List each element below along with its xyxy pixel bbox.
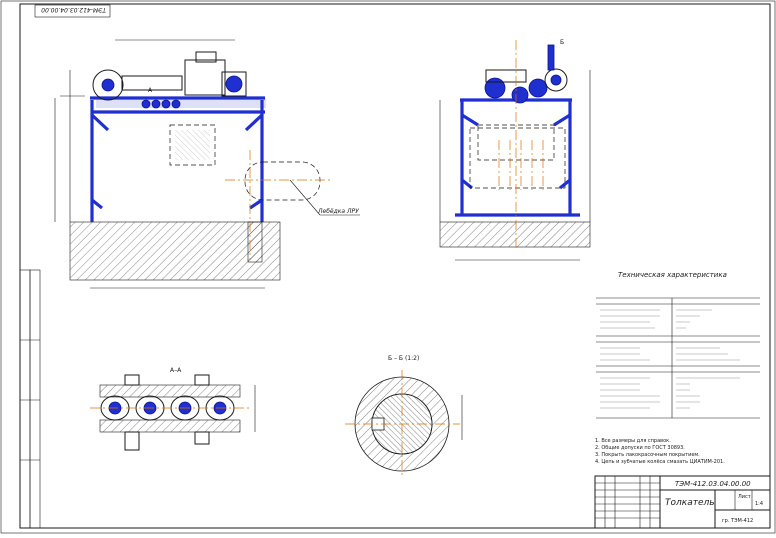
technical-drawing: ТЭМ-412.03.04.00.00 А Лебёдка ЛРУ Б А–А … — [0, 0, 776, 534]
title-name: Толкатель — [665, 498, 715, 508]
pusher-arm — [244, 161, 321, 201]
tech-characteristics: Техническая характеристика — [596, 271, 760, 419]
title-org: гр. ТЭМ-412 — [722, 518, 753, 524]
notes: 1. Все размеры для справок. 2. Общие доп… — [595, 438, 725, 465]
side-view: Б — [439, 39, 591, 261]
frame-braces — [90, 113, 264, 210]
section-bb: Б – Б (1:2) — [345, 355, 463, 478]
note-4: 4. Цепь и зубчатые колёса смазать ЦИАТИМ… — [595, 459, 725, 465]
callout-lebedka: Лебёдка ЛРУ — [317, 208, 359, 215]
binding-strip — [19, 269, 41, 529]
section-bb-label: Б – Б (1:2) — [388, 355, 419, 362]
note-2: 2. Общие допуски по ГОСТ 30893. — [595, 445, 685, 451]
section-aa: А–А — [90, 367, 256, 451]
section-mark-b: Б — [560, 39, 564, 46]
drawing-sheet: ТЭМ-412.03.04.00.00 А Лебёдка ЛРУ Б А–А … — [0, 0, 776, 534]
side-gear-1 — [484, 77, 506, 99]
top-doc-code-text: ТЭМ-412.03.04.00.00 — [41, 6, 106, 13]
title-doc-code: ТЭМ-412.03.04.00.00 — [675, 480, 751, 488]
note-1: 1. Все размеры для справок. — [595, 438, 671, 444]
side-frame — [455, 98, 580, 217]
title-sheet-label: Лист — [738, 494, 751, 500]
title-block: ТЭМ-412.03.04.00.00 Толкатель Лист 1:4 г… — [594, 475, 771, 529]
top-doc-code: ТЭМ-412.03.04.00.00 — [34, 4, 111, 18]
motor — [184, 59, 226, 96]
characteristics-heading: Техническая характеристика — [618, 271, 727, 279]
note-3: 3. Покрыть лакокрасочным покрытием. — [595, 452, 700, 458]
title-scale: 1:4 — [755, 501, 763, 507]
side-ground — [439, 221, 591, 248]
front-view: А Лебёдка ЛРУ — [54, 39, 360, 289]
section-aa-label: А–А — [170, 367, 182, 374]
